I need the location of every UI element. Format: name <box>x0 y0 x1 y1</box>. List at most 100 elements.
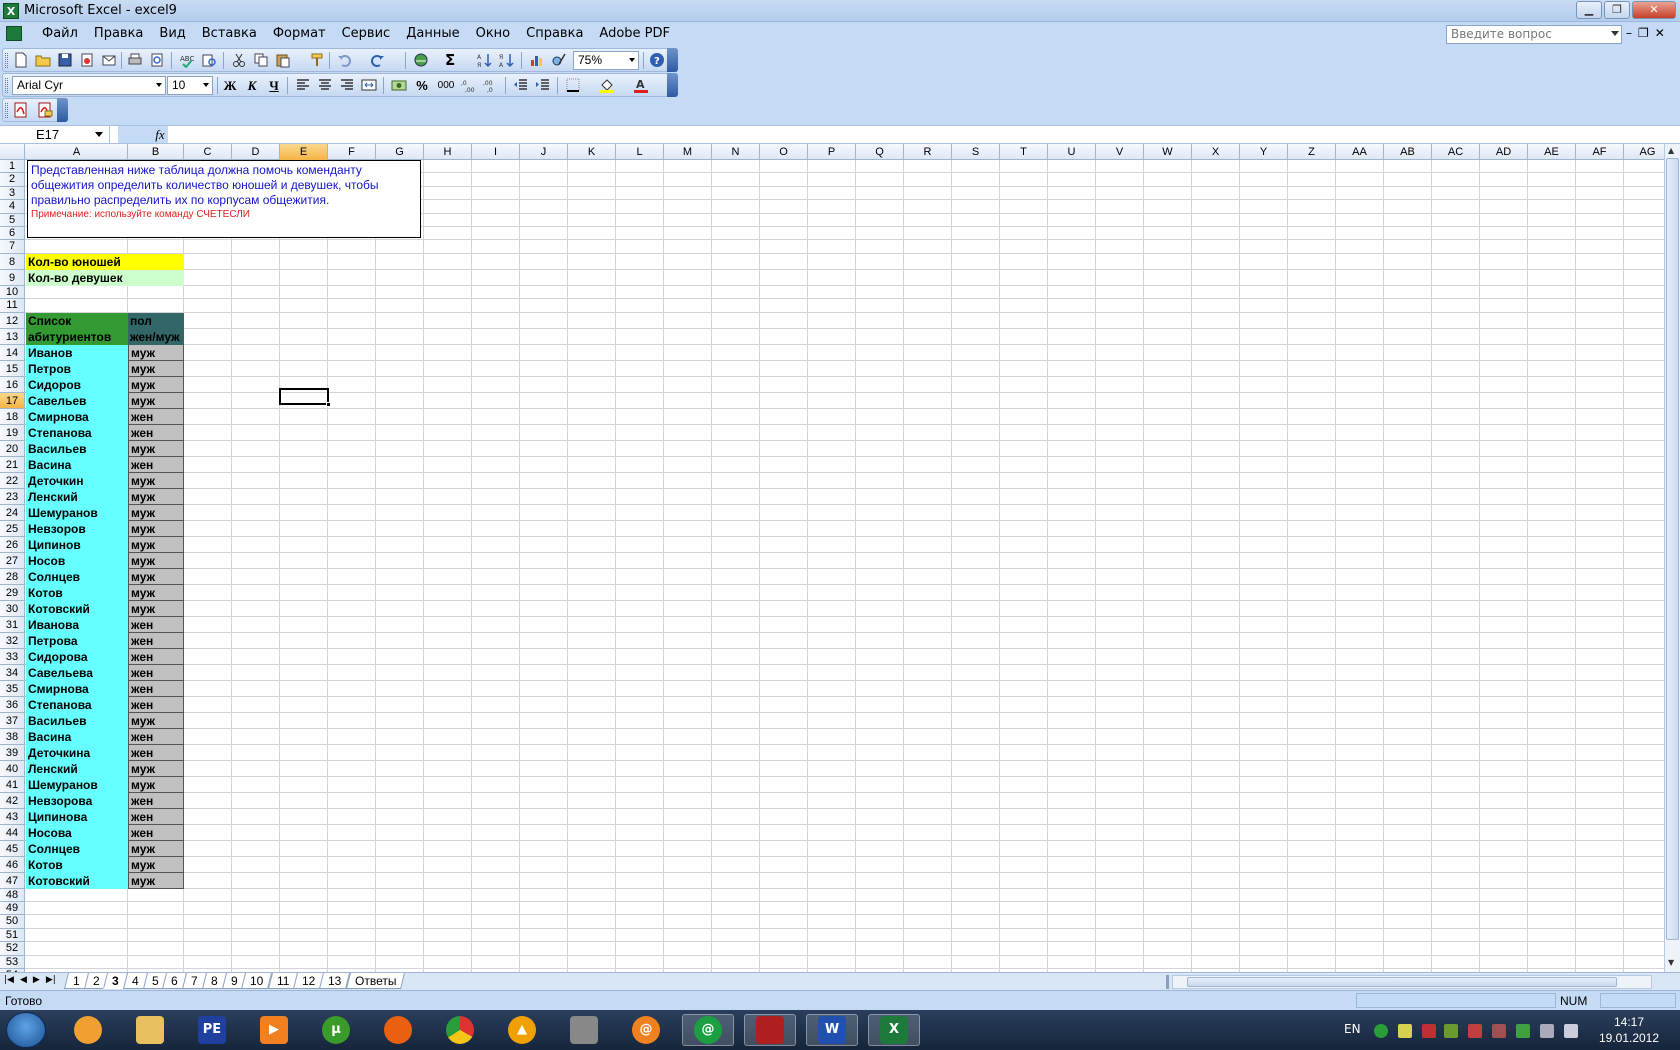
row-header[interactable]: 19 <box>0 424 25 441</box>
applicant-sex[interactable]: жен <box>128 824 184 841</box>
explorer-icon[interactable] <box>124 1014 176 1046</box>
table-header-sex[interactable]: пол <box>128 312 184 329</box>
row-header[interactable]: 32 <box>0 632 25 649</box>
table-header-sex[interactable]: жен/муж <box>128 328 184 345</box>
row-header[interactable]: 52 <box>0 942 25 956</box>
tab-split-handle[interactable] <box>1166 975 1169 989</box>
row-header[interactable]: 40 <box>0 760 25 777</box>
italic-button[interactable]: К <box>243 78 261 94</box>
decrease-decimal-icon[interactable]: ,00,0 <box>483 77 499 93</box>
applicant-name[interactable]: Ципинов <box>26 536 128 553</box>
applicant-sex[interactable]: жен <box>128 616 184 633</box>
applicant-sex[interactable]: жен <box>128 680 184 697</box>
row-header[interactable]: 39 <box>0 744 25 761</box>
first-sheet-icon[interactable]: |◀ <box>4 975 14 985</box>
applicant-sex[interactable]: муж <box>128 472 184 489</box>
merge-center-icon[interactable] <box>361 77 377 93</box>
aimp-icon[interactable]: ▲ <box>496 1014 548 1046</box>
open-folder-icon[interactable] <box>35 52 51 68</box>
applicant-sex[interactable]: муж <box>128 856 184 873</box>
table-header-name[interactable]: абитуриентов <box>26 328 128 345</box>
drawing-icon[interactable] <box>551 52 567 68</box>
firefox-icon[interactable] <box>372 1014 424 1046</box>
column-header[interactable]: AC <box>1432 144 1480 160</box>
row-header[interactable]: 11 <box>0 299 25 313</box>
column-header[interactable]: Q <box>856 144 904 160</box>
spelling-icon[interactable]: ABC <box>179 52 195 68</box>
applicant-name[interactable]: Степанова <box>26 424 128 441</box>
column-header[interactable]: AA <box>1336 144 1384 160</box>
horizontal-scrollbar[interactable] <box>1172 975 1652 989</box>
taskbar-clock[interactable]: 14:17 19.01.2012 <box>1596 1014 1662 1046</box>
email-icon[interactable] <box>101 52 117 68</box>
toolbar-options-icon[interactable] <box>667 73 678 97</box>
column-header[interactable]: P <box>808 144 856 160</box>
applicant-sex[interactable]: жен <box>128 696 184 713</box>
applicant-sex[interactable]: жен <box>128 808 184 825</box>
applicant-name[interactable]: Деточкина <box>26 744 128 761</box>
row-header[interactable]: 31 <box>0 616 25 633</box>
underline-button[interactable]: Ч <box>265 78 283 94</box>
print-icon[interactable] <box>127 52 143 68</box>
paste-icon[interactable] <box>275 52 291 68</box>
menu-item[interactable]: Правка <box>86 26 151 41</box>
permission-icon[interactable] <box>79 52 95 68</box>
workbook-minimize-icon[interactable]: – <box>1626 26 1632 40</box>
applicant-name[interactable]: Смирнова <box>26 408 128 425</box>
toolbar-options-icon[interactable] <box>667 48 678 72</box>
row-header[interactable]: 13 <box>0 328 25 345</box>
column-header[interactable]: M <box>664 144 712 160</box>
mail-agent-icon[interactable]: @ <box>620 1014 672 1046</box>
language-indicator[interactable]: EN <box>1344 1022 1361 1036</box>
applicant-sex[interactable]: муж <box>128 376 184 393</box>
applicant-name[interactable]: Шемуранов <box>26 776 128 793</box>
taskbar-app-icon[interactable] <box>62 1014 114 1046</box>
row-header[interactable]: 28 <box>0 568 25 585</box>
chevron-down-icon[interactable] <box>95 132 103 137</box>
tray-tool-icon[interactable] <box>1422 1024 1436 1038</box>
menu-item[interactable]: Adobe PDF <box>591 26 678 41</box>
close-icon[interactable]: ✕ <box>1632 1 1676 19</box>
column-header[interactable]: O <box>760 144 808 160</box>
toolbar-grip[interactable] <box>5 53 8 68</box>
comma-style-button[interactable]: 000 <box>433 80 459 96</box>
applicant-name[interactable]: Васильев <box>26 712 128 729</box>
minimize-icon[interactable]: ▁ <box>1576 1 1602 19</box>
row-header[interactable]: 43 <box>0 808 25 825</box>
toolbar-grip[interactable] <box>5 103 8 118</box>
borders-icon[interactable] <box>565 77 581 93</box>
media-player-icon[interactable]: ▶ <box>248 1014 300 1046</box>
row-header[interactable]: 38 <box>0 728 25 745</box>
autosum-icon[interactable]: Σ <box>445 51 455 69</box>
row-header[interactable]: 25 <box>0 520 25 537</box>
align-center-icon[interactable] <box>317 77 333 93</box>
applicant-name[interactable]: Невзорова <box>26 792 128 809</box>
applicant-sex[interactable]: жен <box>128 792 184 809</box>
row-header[interactable]: 36 <box>0 696 25 713</box>
column-header[interactable]: F <box>328 144 376 160</box>
applicant-name[interactable]: Невзоров <box>26 520 128 537</box>
utorrent-icon[interactable]: µ <box>310 1014 362 1046</box>
column-header[interactable]: Z <box>1288 144 1336 160</box>
excel-app-icon[interactable]: X <box>3 3 19 19</box>
applicant-sex[interactable]: муж <box>128 504 184 521</box>
row-header[interactable]: 10 <box>0 285 25 300</box>
applicant-sex[interactable]: муж <box>128 584 184 601</box>
applicant-sex[interactable]: муж <box>128 360 184 377</box>
applicant-name[interactable]: Смирнова <box>26 680 128 697</box>
applicant-sex[interactable]: жен <box>128 728 184 745</box>
applicant-name[interactable]: Иванова <box>26 616 128 633</box>
applicant-sex[interactable]: жен <box>128 744 184 761</box>
row-header[interactable]: 47 <box>0 872 25 889</box>
row-header[interactable]: 7 <box>0 240 25 254</box>
applicant-sex[interactable]: муж <box>128 712 184 729</box>
row-header[interactable]: 53 <box>0 955 25 969</box>
worksheet-grid[interactable]: A B C D E F G H I J K L M N O P Q R S T U V W X Y Z AA AB AC AD AE AF AG… <box>0 144 1664 972</box>
row-header[interactable]: 1 <box>0 160 25 174</box>
chevron-down-icon[interactable] <box>156 83 162 87</box>
row-header[interactable]: 18 <box>0 408 25 425</box>
vertical-scrollbar[interactable]: ▲ ▼ <box>1664 144 1680 972</box>
row-header[interactable]: 51 <box>0 928 25 943</box>
sort-ascending-icon[interactable]: АЯ <box>477 52 493 68</box>
fill-handle[interactable] <box>326 402 331 407</box>
